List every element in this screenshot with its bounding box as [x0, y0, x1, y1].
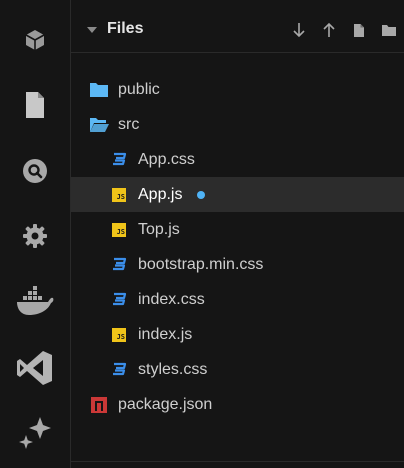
tree-item-label: App.js	[138, 185, 183, 203]
tree-item-label: bootstrap.min.css	[138, 255, 264, 273]
new-folder-icon[interactable]	[374, 18, 404, 42]
folder-icon	[89, 80, 109, 100]
tree-item-label: Top.js	[138, 220, 180, 238]
editor-window: Files public src App.css JS App.js JS To…	[0, 0, 404, 468]
explorer-actions	[284, 18, 404, 42]
tree-item-bootstrap-min-css[interactable]: bootstrap.min.css	[71, 247, 404, 282]
tree-item-styles-css[interactable]: styles.css	[71, 352, 404, 387]
modified-indicator-icon	[197, 190, 206, 199]
activity-bar	[0, 0, 71, 468]
css-file-icon	[109, 150, 129, 170]
tree-item-label: public	[118, 80, 160, 98]
collapse-chevron-icon[interactable]	[87, 27, 97, 33]
folder-open-icon	[89, 115, 109, 135]
tree-item-app-js[interactable]: JS App.js	[71, 177, 404, 212]
tree-item-index-css[interactable]: index.css	[71, 282, 404, 317]
tree-item-label: App.css	[138, 150, 195, 168]
download-icon[interactable]	[284, 18, 314, 42]
explorer-title: Files	[107, 20, 144, 37]
tree-item-package-json[interactable]: package.json	[71, 387, 404, 422]
file-explorer: Files public src App.css JS App.js JS To…	[71, 0, 404, 468]
sparkle-icon[interactable]	[0, 408, 70, 456]
gear-icon[interactable]	[0, 212, 70, 260]
tree-item-public[interactable]: public	[71, 72, 404, 107]
tree-item-label: package.json	[118, 395, 213, 413]
tree-item-src[interactable]: src	[71, 107, 404, 142]
search-icon[interactable]	[0, 147, 70, 195]
file-tree: public src App.css JS App.js JS Top.js b…	[71, 72, 404, 422]
vscode-icon[interactable]	[0, 344, 70, 392]
upload-icon[interactable]	[314, 18, 344, 42]
css-file-icon	[109, 255, 129, 275]
tree-item-index-js[interactable]: JS index.js	[71, 317, 404, 352]
js-file-icon: JS	[109, 220, 129, 240]
tree-item-label: src	[118, 115, 140, 133]
npm-icon	[89, 395, 109, 415]
tree-item-top-js[interactable]: JS Top.js	[71, 212, 404, 247]
box-icon[interactable]	[0, 16, 70, 64]
docker-icon[interactable]	[0, 277, 70, 325]
tree-item-label: index.css	[138, 290, 205, 308]
tree-item-app-css[interactable]: App.css	[71, 142, 404, 177]
new-file-icon[interactable]	[344, 18, 374, 42]
file-icon[interactable]	[0, 81, 70, 129]
panel-divider	[71, 461, 404, 462]
css-file-icon	[109, 360, 129, 380]
explorer-header: Files	[71, 8, 404, 53]
tree-item-label: styles.css	[138, 360, 208, 378]
js-file-icon: JS	[109, 325, 129, 345]
js-file-icon: JS	[109, 185, 129, 205]
css-file-icon	[109, 290, 129, 310]
tree-item-label: index.js	[138, 325, 193, 343]
